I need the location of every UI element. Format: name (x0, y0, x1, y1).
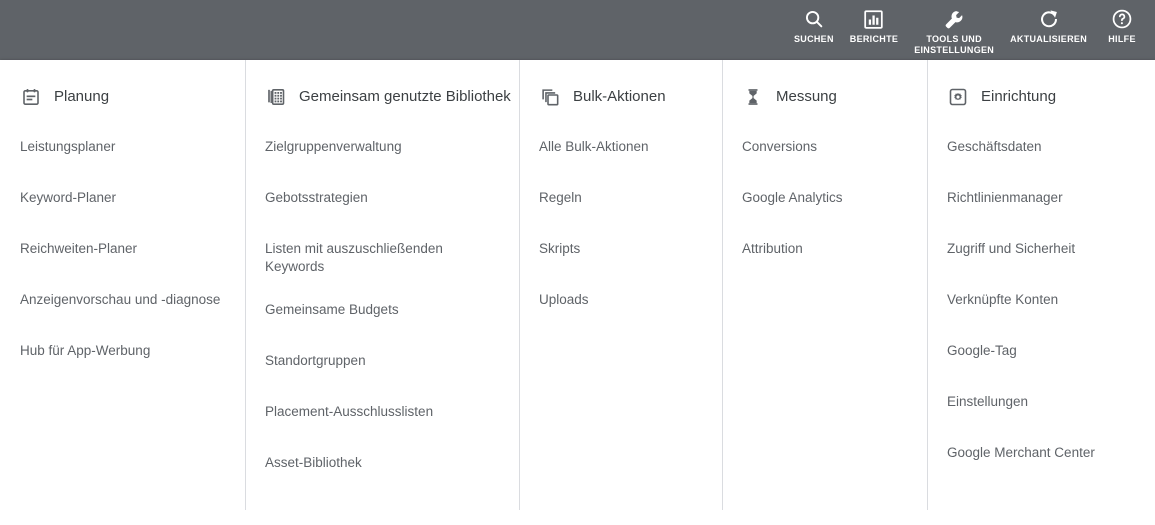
menu-item-standortgruppen[interactable]: Standortgruppen (245, 345, 519, 377)
menu-item-uploads[interactable]: Uploads (519, 284, 722, 316)
toolbar-refresh-label: AKTUALISIEREN (1010, 34, 1087, 44)
top-toolbar: SUCHEN BERICHTE TOOLS UND EINSTELLUNGEN (0, 0, 1155, 60)
menu-item-geschaeftsdaten[interactable]: Geschäftsdaten (927, 131, 1155, 163)
column-title: Einrichtung (981, 88, 1057, 105)
stacked-layers-icon (539, 86, 561, 108)
search-icon (803, 7, 825, 31)
menu-item-listen-mit-auszuschliessenden-keywords[interactable]: Listen mit auszuschließenden Keywords (245, 233, 519, 283)
menu-column-bulk-aktionen: Bulk-Aktionen Alle Bulk-Aktionen Regeln … (519, 60, 722, 513)
column-header-planung: Planung (0, 82, 245, 112)
wrench-tools-icon (943, 7, 966, 31)
menu-item-reichweiten-planer[interactable]: Reichweiten-Planer (0, 233, 245, 265)
menu-item-zugriff-und-sicherheit[interactable]: Zugriff und Sicherheit (927, 233, 1155, 265)
calendar-note-icon (20, 86, 42, 108)
page-background-below-panel (0, 513, 1155, 525)
menu-item-placement-ausschlusslisten[interactable]: Placement-Ausschlusslisten (245, 396, 519, 428)
toolbar-reports-label: BERICHTE (849, 34, 899, 44)
menu-item-conversions[interactable]: Conversions (722, 131, 927, 163)
toolbar-reports[interactable]: BERICHTE (842, 0, 906, 60)
menu-item-regeln[interactable]: Regeln (519, 182, 722, 214)
menu-item-google-analytics[interactable]: Google Analytics (722, 182, 927, 214)
column-header-messung: Messung (722, 82, 927, 112)
column-title: Bulk-Aktionen (573, 88, 666, 105)
reports-bar-chart-icon (863, 7, 884, 31)
help-circle-icon (1111, 7, 1133, 31)
menu-column-messung: Messung Conversions Google Analytics Att… (722, 60, 927, 513)
column-header-gemeinsam-genutzte-bibliothek: Gemeinsam genutzte Bibliothek (245, 82, 519, 112)
toolbar-help[interactable]: HILFE (1095, 0, 1149, 60)
column-title: Messung (776, 88, 837, 105)
column-title: Gemeinsam genutzte Bibliothek (299, 88, 511, 105)
menu-item-richtlinienmanager[interactable]: Richtlinienmanager (927, 182, 1155, 214)
library-grid-icon (265, 86, 287, 108)
menu-item-google-tag[interactable]: Google-Tag (927, 335, 1155, 367)
menu-item-anzeigenvorschau-und-diagnose[interactable]: Anzeigenvorschau und -diagnose (0, 284, 245, 316)
menu-column-einrichtung: Einrichtung Geschäftsdaten Richtlinienma… (927, 60, 1155, 513)
menu-item-attribution[interactable]: Attribution (722, 233, 927, 265)
toolbar-search-label: SUCHEN (793, 34, 834, 44)
menu-item-leistungsplaner[interactable]: Leistungsplaner (0, 131, 245, 163)
hourglass-icon (742, 86, 764, 108)
menu-item-keyword-planer[interactable]: Keyword-Planer (0, 182, 245, 214)
menu-item-verknuepfte-konten[interactable]: Verknüpfte Konten (927, 284, 1155, 316)
toolbar-refresh[interactable]: AKTUALISIEREN (1002, 0, 1095, 60)
refresh-icon (1038, 7, 1060, 31)
menu-item-hub-fuer-app-werbung[interactable]: Hub für App-Werbung (0, 335, 245, 367)
column-header-einrichtung: Einrichtung (927, 82, 1155, 112)
toolbar-tools-and-settings[interactable]: TOOLS UND EINSTELLUNGEN (906, 0, 1002, 60)
toolbar-help-label: HILFE (1108, 34, 1136, 44)
toolbar-tools-and-settings-label: TOOLS UND EINSTELLUNGEN (914, 34, 995, 55)
toolbar-search[interactable]: SUCHEN (786, 0, 842, 60)
column-title: Planung (54, 88, 110, 105)
tools-and-settings-dropdown-panel: Planung Leistungsplaner Keyword-Planer R… (0, 60, 1155, 513)
menu-item-gemeinsame-budgets[interactable]: Gemeinsame Budgets (245, 294, 519, 326)
menu-item-asset-bibliothek[interactable]: Asset-Bibliothek (245, 447, 519, 479)
menu-column-planung: Planung Leistungsplaner Keyword-Planer R… (0, 60, 245, 513)
menu-item-google-merchant-center[interactable]: Google Merchant Center (927, 437, 1155, 469)
menu-item-zielgruppenverwaltung[interactable]: Zielgruppenverwaltung (245, 131, 519, 163)
menu-item-alle-bulk-aktionen[interactable]: Alle Bulk-Aktionen (519, 131, 722, 163)
menu-column-gemeinsam-genutzte-bibliothek: Gemeinsam genutzte Bibliothek Zielgruppe… (245, 60, 519, 513)
menu-item-skripts[interactable]: Skripts (519, 233, 722, 265)
column-header-bulk-aktionen: Bulk-Aktionen (519, 82, 722, 112)
gear-square-icon (947, 86, 969, 108)
menu-item-gebotsstrategien[interactable]: Gebotsstrategien (245, 182, 519, 214)
menu-item-einstellungen[interactable]: Einstellungen (927, 386, 1155, 418)
